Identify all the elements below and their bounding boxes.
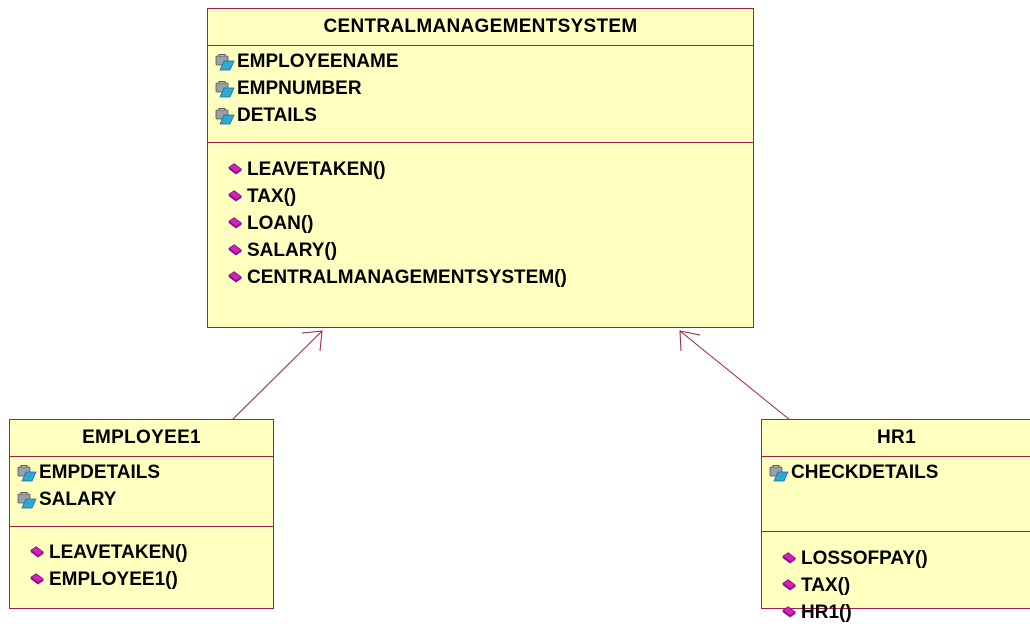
operation-item[interactable]: TAX() — [781, 572, 1030, 599]
operation-item[interactable]: TAX() — [227, 183, 753, 210]
attribute-item[interactable]: SALARY — [17, 486, 273, 513]
operation-item[interactable]: LEAVETAKEN() — [227, 156, 753, 183]
public-operation-icon — [782, 578, 797, 590]
operation-item[interactable]: EMPLOYEE1() — [29, 566, 273, 593]
private-attribute-icon — [215, 107, 235, 124]
private-attribute-icon — [769, 464, 789, 481]
attribute-item[interactable]: CHECKDETAILS — [769, 459, 1030, 486]
operation-label: HR1() — [801, 602, 852, 623]
attribute-label: EMPNUMBER — [237, 78, 362, 99]
operation-label: TAX() — [247, 186, 297, 207]
operation-label: LEAVETAKEN() — [49, 542, 188, 563]
attribute-label: EMPDETAILS — [39, 462, 161, 483]
class-name: EMPLOYEE1 — [10, 420, 273, 457]
operation-item[interactable]: SALARY() — [227, 237, 753, 264]
public-operation-icon — [782, 551, 797, 563]
operation-item[interactable]: LOAN() — [227, 210, 753, 237]
operation-item[interactable]: LOSSOFPAY() — [781, 545, 1030, 572]
class-name: CENTRALMANAGEMENTSYSTEM — [208, 9, 753, 46]
public-operation-icon — [30, 545, 45, 557]
operation-item[interactable]: CENTRALMANAGEMENTSYSTEM() — [227, 264, 753, 291]
private-attribute-icon — [215, 80, 235, 97]
public-operation-icon — [228, 162, 243, 174]
attributes-compartment: EMPDETAILS SALARY — [10, 457, 273, 527]
attributes-compartment: CHECKDETAILS — [762, 457, 1030, 532]
operation-label: CENTRALMANAGEMENTSYSTEM() — [247, 267, 567, 288]
private-attribute-icon — [17, 491, 37, 508]
public-operation-icon — [228, 270, 243, 282]
operations-compartment: LEAVETAKEN() EMPLOYEE1() — [10, 527, 273, 593]
attribute-item[interactable]: DETAILS — [215, 102, 753, 129]
class-employee1[interactable]: EMPLOYEE1 EMPDETAILS SALARY LEAVETAKEN() E… — [9, 419, 274, 609]
hr1-generalization-line — [679, 330, 791, 421]
class-hr1[interactable]: HR1 CHECKDETAILS LOSSOFPAY() TAX() HR1() — [761, 419, 1030, 623]
operation-item[interactable]: LEAVETAKEN() — [29, 539, 273, 566]
operation-label: LOSSOFPAY() — [801, 548, 928, 569]
operation-label: SALARY() — [247, 240, 338, 261]
attribute-label: EMPLOYEENAME — [237, 51, 399, 72]
operation-label: TAX() — [801, 575, 851, 596]
private-attribute-icon — [17, 464, 37, 481]
operation-item[interactable]: HR1() — [781, 599, 1030, 626]
attribute-label: SALARY — [39, 489, 117, 510]
public-operation-icon — [228, 189, 243, 201]
attributes-compartment: EMPLOYEENAME EMPNUMBER DETAILS — [208, 46, 753, 143]
operation-label: EMPLOYEE1() — [49, 569, 178, 590]
public-operation-icon — [782, 605, 797, 617]
operations-compartment: LOSSOFPAY() TAX() HR1() — [762, 532, 1030, 626]
attribute-item[interactable]: EMPNUMBER — [215, 75, 753, 102]
attribute-item[interactable]: EMPLOYEENAME — [215, 48, 753, 75]
operations-compartment: LEAVETAKEN() TAX() LOAN() SALARY() CENTRALMA… — [208, 143, 753, 291]
attribute-item[interactable]: EMPDETAILS — [17, 459, 273, 486]
employee1-generalization-line — [231, 330, 323, 421]
public-operation-icon — [30, 572, 45, 584]
operation-label: LEAVETAKEN() — [247, 159, 386, 180]
class-name: HR1 — [762, 420, 1030, 457]
private-attribute-icon — [215, 53, 235, 70]
attribute-label: DETAILS — [237, 105, 317, 126]
class-central-management-system[interactable]: CENTRALMANAGEMENTSYSTEM EMPLOYEENAME EMPN… — [207, 8, 754, 328]
public-operation-icon — [228, 243, 243, 255]
attribute-label: CHECKDETAILS — [791, 462, 939, 483]
public-operation-icon — [228, 216, 243, 228]
operation-label: LOAN() — [247, 213, 314, 234]
